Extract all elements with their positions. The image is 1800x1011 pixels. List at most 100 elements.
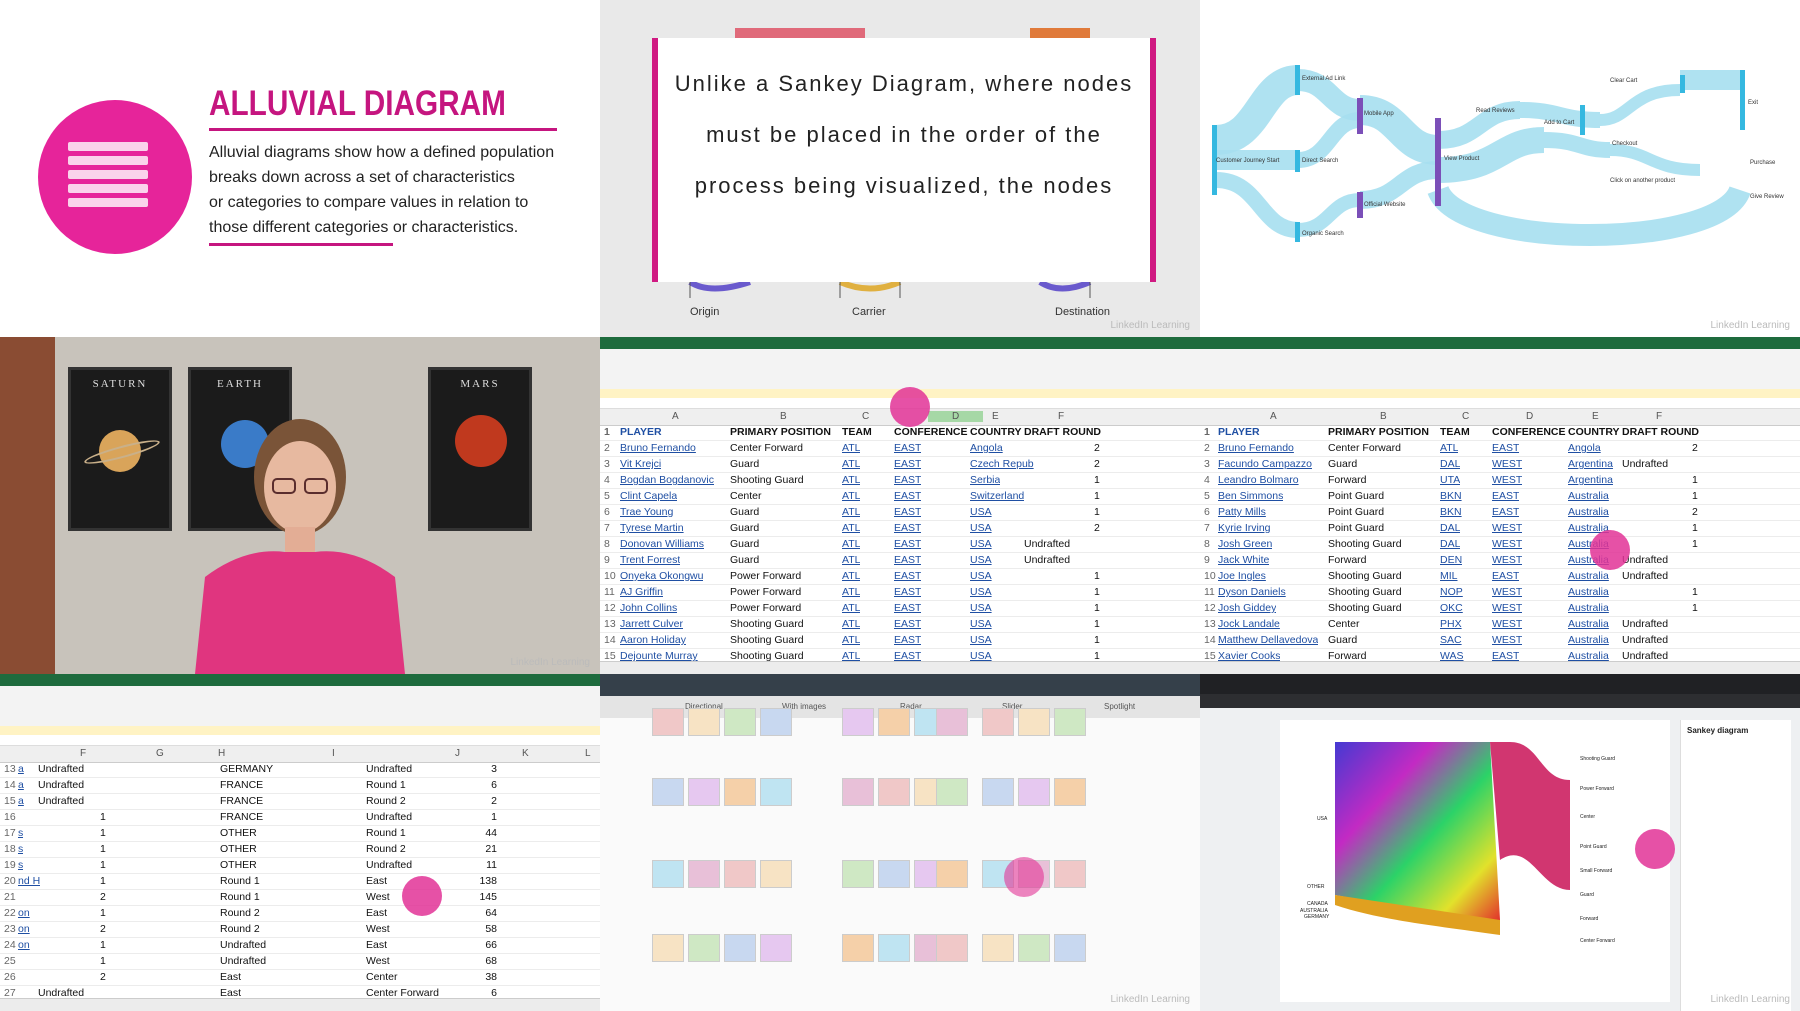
table-cell[interactable]: Switzerland <box>970 490 1024 502</box>
table-row[interactable]: 2 Bruno Fernando Center Forward ATL EAST Ango… <box>1200 441 1800 457</box>
table-cell[interactable]: Shooting Guard <box>1328 602 1402 614</box>
table-cell[interactable]: AJ Griffin <box>620 586 663 598</box>
table-cell[interactable]: ATL <box>842 538 860 550</box>
table-row[interactable]: 13 Jarrett Culver Shooting Guard ATL EAST USA… <box>600 617 1200 633</box>
table-cell[interactable]: 2 <box>455 795 497 807</box>
table-cell[interactable]: Patty Mills <box>1218 506 1266 518</box>
table-row[interactable]: 7 Kyrie Irving Point Guard DAL WEST Australia… <box>1200 521 1800 537</box>
table-cell[interactable]: Trent Forrest <box>620 554 680 566</box>
col-header-selected[interactable]: D <box>928 411 984 422</box>
table-cell[interactable]: 1 <box>1094 618 1100 630</box>
table-cell[interactable]: 1 <box>1094 570 1100 582</box>
table-cell[interactable]: Australia <box>1568 634 1609 646</box>
table-cell[interactable]: Australia <box>1568 570 1609 582</box>
table-row[interactable]: 18 s 1 OTHER Round 2 21 <box>0 842 600 858</box>
chart-thumbnail[interactable] <box>652 778 684 806</box>
table-cell[interactable]: USA <box>970 570 992 582</box>
chart-thumbnail[interactable] <box>936 778 968 806</box>
chart-thumbnail[interactable] <box>982 708 1014 736</box>
col-header[interactable]: A <box>1270 411 1277 422</box>
table-cell[interactable]: 1 <box>100 811 106 823</box>
table-row[interactable]: 14 Matthew Dellavedova Guard SAC WEST Austral… <box>1200 633 1800 649</box>
table-cell[interactable]: USA <box>970 586 992 598</box>
table-cell[interactable]: Onyeka Okongwu <box>620 570 703 582</box>
table-cell[interactable]: s <box>18 843 23 855</box>
col-header[interactable]: C <box>1462 411 1469 422</box>
chart-thumbnail[interactable] <box>936 934 968 962</box>
col-header[interactable]: E <box>992 411 999 422</box>
table-cell[interactable]: ATL <box>842 490 860 502</box>
chart-thumbnail[interactable] <box>760 934 792 962</box>
table-cell[interactable]: Australia <box>1568 618 1609 630</box>
table-cell[interactable]: Shooting Guard <box>730 634 804 646</box>
table-cell[interactable]: s <box>18 827 23 839</box>
table-row[interactable]: 9 Jack White Forward DEN WEST Australia Undraf… <box>1200 553 1800 569</box>
table-cell[interactable]: OTHER <box>220 859 257 871</box>
table-cell[interactable]: Kyrie Irving <box>1218 522 1271 534</box>
table-cell[interactable]: WEST <box>1492 618 1522 630</box>
table-cell[interactable]: East <box>220 971 241 983</box>
table-cell[interactable]: Guard <box>730 538 759 550</box>
chart-thumbnail[interactable] <box>760 778 792 806</box>
table-cell[interactable]: EAST <box>1492 490 1519 502</box>
table-header-row[interactable]: 1 PLAYER PRIMARY POSITION TEAM CONFERENC… <box>1200 425 1800 441</box>
chart-thumbnail[interactable] <box>1018 934 1050 962</box>
table-cell[interactable]: ATL <box>842 474 860 486</box>
table-cell[interactable]: 21 <box>455 843 497 855</box>
table-cell[interactable]: 1 <box>100 843 106 855</box>
table-cell[interactable]: Clint Capela <box>620 490 677 502</box>
table-row[interactable]: 12 John Collins Power Forward ATL EAST USA 1 <box>600 601 1200 617</box>
table-cell[interactable]: 2 <box>1094 522 1100 534</box>
table-cell[interactable]: 2 <box>1094 442 1100 454</box>
table-cell[interactable]: Center Forward <box>730 442 803 454</box>
table-cell[interactable]: 2 <box>100 891 106 903</box>
table-row[interactable]: 11 AJ Griffin Power Forward ATL EAST USA 1 <box>600 585 1200 601</box>
col-header[interactable]: B <box>1380 411 1387 422</box>
table-cell[interactable]: EAST <box>894 506 921 518</box>
table-cell[interactable]: John Collins <box>620 602 677 614</box>
table-cell[interactable]: FRANCE <box>220 811 263 823</box>
table-cell[interactable]: Center <box>1328 618 1360 630</box>
table-cell[interactable]: DAL <box>1440 522 1460 534</box>
table-cell[interactable]: SAC <box>1440 634 1462 646</box>
chart-thumbnail[interactable] <box>688 708 720 736</box>
table-cell[interactable]: Round 1 <box>366 779 406 791</box>
col-header[interactable]: E <box>1592 411 1599 422</box>
excel-ribbon-toolbar[interactable] <box>600 349 1200 390</box>
table-cell[interactable]: USA <box>970 602 992 614</box>
chart-thumbnail[interactable] <box>724 778 756 806</box>
sheet-tabs[interactable] <box>0 998 600 1011</box>
table-cell[interactable]: Leandro Bolmaro <box>1218 474 1299 486</box>
table-cell[interactable]: Shooting Guard <box>1328 586 1402 598</box>
table-row[interactable]: 14 a Undrafted FRANCE Round 1 6 <box>0 778 600 794</box>
table-cell[interactable]: 1 <box>1692 602 1698 614</box>
table-row[interactable]: 7 Tyrese Martin Guard ATL EAST USA 2 <box>600 521 1200 537</box>
table-row[interactable]: 22 on 1 Round 2 East 64 <box>0 906 600 922</box>
chart-thumbnail[interactable] <box>878 860 910 888</box>
table-cell[interactable]: Center <box>730 490 762 502</box>
sheet-tabs[interactable] <box>600 661 1200 674</box>
table-row[interactable]: 6 Patty Mills Point Guard BKN EAST Australia 2 <box>1200 505 1800 521</box>
col-header[interactable]: J <box>455 748 460 759</box>
sheet-tabs[interactable] <box>1200 661 1800 674</box>
table-cell[interactable]: Bruno Fernando <box>1218 442 1294 454</box>
table-cell[interactable]: USA <box>970 618 992 630</box>
table-cell[interactable]: Matthew Dellavedova <box>1218 634 1318 646</box>
table-cell[interactable]: 1 <box>100 827 106 839</box>
col-header[interactable]: F <box>80 748 86 759</box>
excel-ribbon-toolbar[interactable] <box>1200 349 1800 390</box>
table-cell[interactable]: Guard <box>1328 458 1357 470</box>
table-cell[interactable]: 145 <box>455 891 497 903</box>
table-cell[interactable]: 1 <box>1094 490 1100 502</box>
table-cell[interactable]: USA <box>970 506 992 518</box>
table-cell[interactable]: Power Forward <box>730 602 801 614</box>
table-cell[interactable]: Forward <box>1328 554 1367 566</box>
table-row[interactable]: 6 Trae Young Guard ATL EAST USA 1 <box>600 505 1200 521</box>
table-cell[interactable]: ATL <box>842 634 860 646</box>
table-cell[interactable]: East <box>366 907 387 919</box>
chart-thumbnail[interactable] <box>982 934 1014 962</box>
table-cell[interactable]: EAST <box>894 570 921 582</box>
table-cell[interactable]: ATL <box>842 458 860 470</box>
chart-thumbnail[interactable] <box>724 860 756 888</box>
chart-thumbnail[interactable] <box>842 708 874 736</box>
